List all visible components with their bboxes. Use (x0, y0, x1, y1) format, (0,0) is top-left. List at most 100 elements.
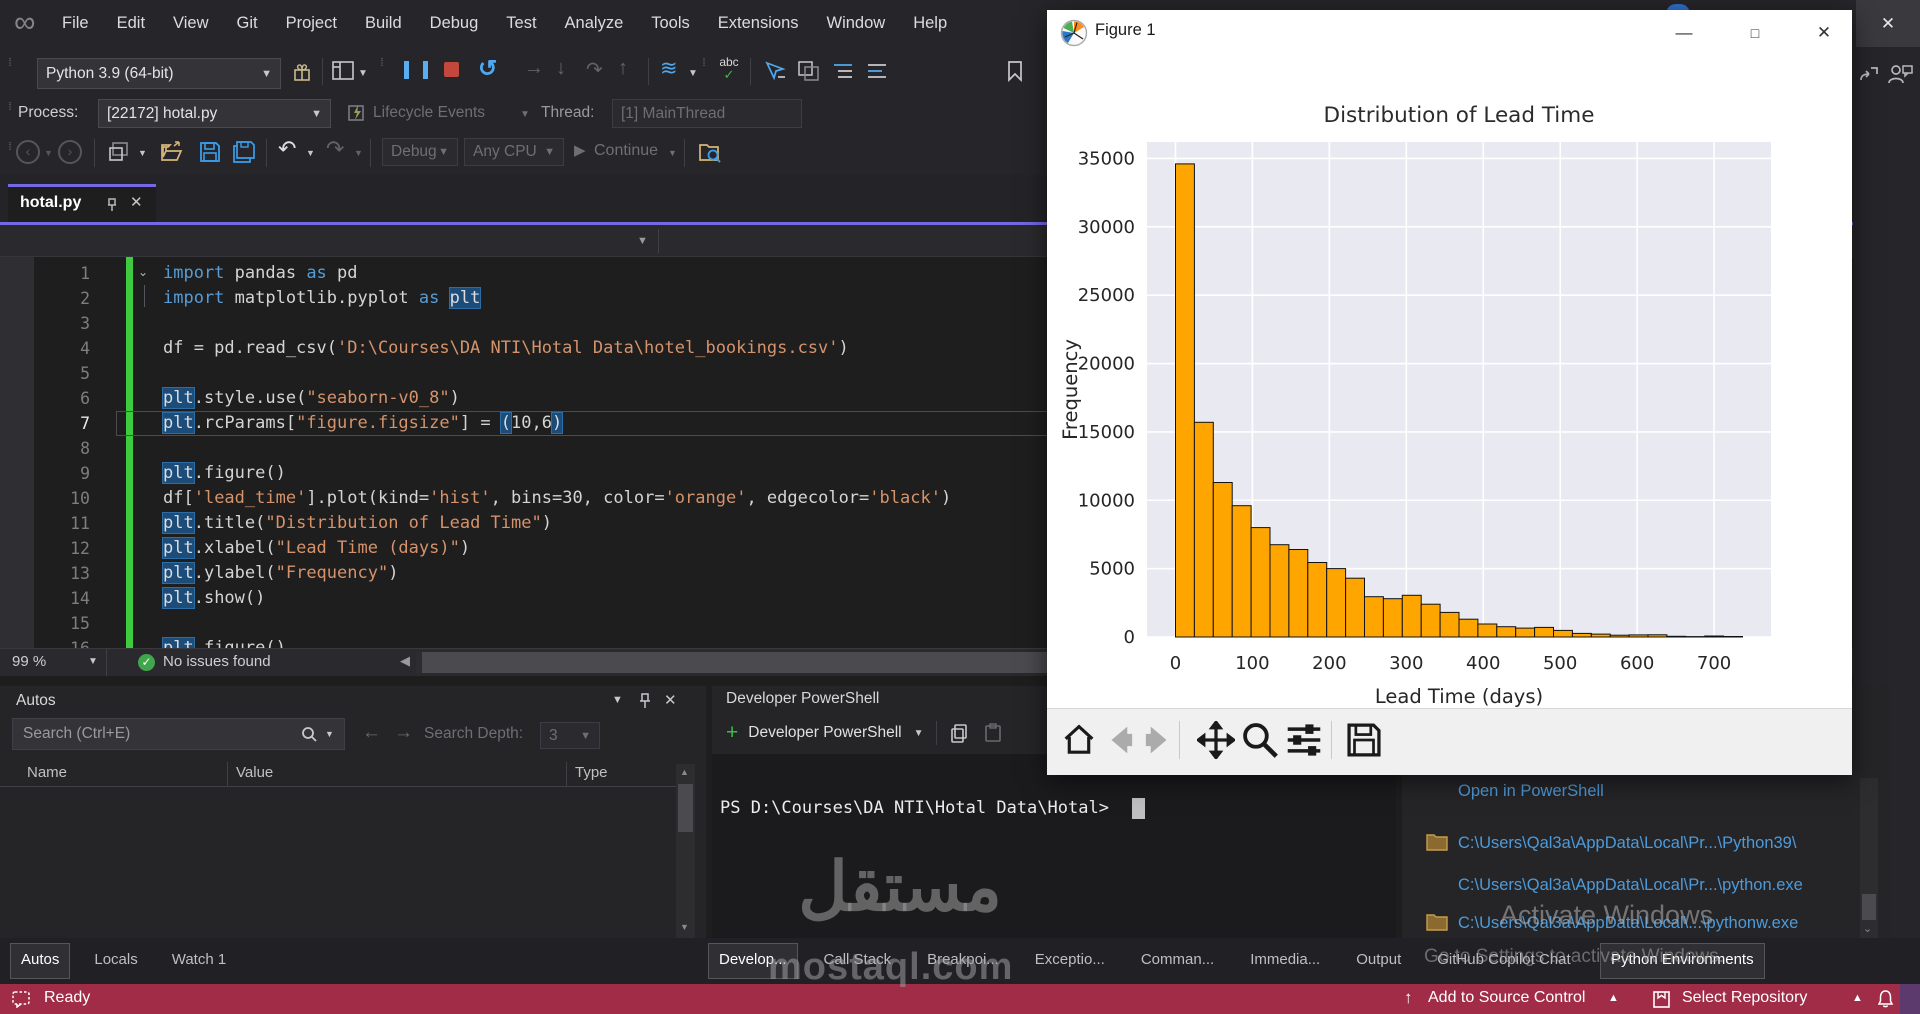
collapse-region-icon[interactable]: ⌄ (138, 265, 148, 279)
show-threads-icon[interactable]: ≋ (660, 56, 678, 81)
menu-edit[interactable]: Edit (103, 14, 159, 33)
menu-file[interactable]: File (48, 14, 103, 33)
scroll-down-icon[interactable]: ⌄ (1863, 922, 1872, 935)
column-header-name[interactable]: Name (27, 764, 67, 781)
tab-watch-1[interactable]: Watch 1 (162, 943, 236, 977)
new-terminal-icon[interactable]: + (726, 721, 738, 745)
zoom-level[interactable]: 99 % (12, 653, 46, 670)
menu-window[interactable]: Window (813, 14, 900, 33)
column-header-type[interactable]: Type (575, 764, 608, 781)
indent-lines-icon[interactable] (830, 59, 856, 83)
process-dropdown[interactable]: [22172] hotal.py▼ (98, 99, 331, 128)
chevron-up-icon[interactable]: ▲ (1608, 992, 1619, 1004)
tab-breakpoi-[interactable]: Breakpoi... (917, 943, 1009, 977)
navigate-back-icon[interactable]: ‹ (16, 140, 40, 164)
close-panel-icon[interactable]: ✕ (664, 691, 677, 709)
continue-button[interactable]: Continue (594, 142, 658, 160)
issues-status[interactable]: No issues found (163, 653, 271, 670)
window-close-button[interactable]: ✕ (1856, 0, 1920, 47)
menu-test[interactable]: Test (492, 14, 550, 33)
thread-dropdown[interactable]: [1] MainThread (612, 99, 802, 128)
chevron-down-icon[interactable]: ▼ (668, 148, 677, 158)
autos-search-input[interactable]: Search (Ctrl+E) ▼ (12, 718, 345, 750)
menu-help[interactable]: Help (899, 14, 961, 33)
save-icon[interactable] (196, 139, 224, 165)
autos-vertical-scrollbar[interactable]: ▲ ▼ (676, 764, 695, 938)
toolbar-grip[interactable]: ⁞⁞ (8, 104, 10, 110)
chevron-down-icon[interactable]: ▼ (138, 148, 147, 158)
pin-icon[interactable] (106, 197, 120, 213)
menu-tools[interactable]: Tools (637, 14, 704, 33)
home-icon[interactable] (1062, 723, 1096, 757)
window-layout-icon[interactable] (330, 59, 356, 83)
select-repository-button[interactable]: Select Repository (1682, 989, 1807, 1007)
menu-debug[interactable]: Debug (416, 14, 493, 33)
tab-immedia-[interactable]: Immedia... (1240, 943, 1330, 977)
status-message-icon[interactable] (12, 991, 34, 1008)
step-out-icon[interactable]: ↷ (586, 57, 603, 82)
tab-github-copilot-chat[interactable]: GitHub Copilot Chat (1427, 943, 1580, 977)
chevron-down-icon[interactable]: ▼ (325, 729, 334, 739)
save-figure-icon[interactable] (1345, 721, 1383, 759)
search-forward-icon[interactable]: → (394, 722, 413, 744)
navigate-forward-icon[interactable]: › (58, 140, 82, 164)
toolbar-grip[interactable]: ⁞⁞ (8, 60, 10, 66)
menu-build[interactable]: Build (351, 14, 416, 33)
lifecycle-events-button[interactable]: Lifecycle Events (373, 104, 485, 122)
zoom-icon[interactable] (1241, 721, 1279, 759)
step-into-icon[interactable]: ↓ (556, 57, 566, 80)
chevron-down-icon[interactable]: ▼ (637, 235, 648, 247)
add-to-source-control-button[interactable]: Add to Source Control (1428, 989, 1585, 1007)
copy-icon[interactable] (949, 723, 969, 743)
split-pane-icon[interactable] (796, 59, 822, 83)
gift-icon[interactable] (290, 60, 314, 84)
scroll-up-icon[interactable]: ▲ (680, 767, 689, 777)
scroll-down-icon[interactable]: ▼ (680, 922, 689, 932)
tab-comman-[interactable]: Comman... (1131, 943, 1224, 977)
chevron-down-icon[interactable]: ▼ (306, 148, 315, 158)
tab-locals[interactable]: Locals (84, 943, 147, 977)
tab-hotal-py[interactable]: hotal.py ✕ (8, 184, 156, 222)
chevron-down-icon[interactable]: ▼ (88, 656, 98, 667)
menu-view[interactable]: View (159, 14, 222, 33)
step-over-icon[interactable]: → (524, 57, 544, 80)
open-in-powershell-link[interactable]: Open in PowerShell (1458, 782, 1604, 801)
find-in-files-icon[interactable] (696, 139, 724, 165)
toolbar-grip[interactable]: ⁞⁞ (702, 60, 704, 66)
chevron-down-icon[interactable]: ▼ (358, 68, 368, 79)
chevron-down-icon[interactable]: ▼ (354, 148, 363, 158)
toolbar-grip[interactable]: ⁞⁞ (380, 60, 382, 66)
column-header-value[interactable]: Value (236, 764, 273, 781)
menu-extensions[interactable]: Extensions (704, 14, 813, 33)
bookmark-icon[interactable] (1002, 58, 1028, 84)
subplot-settings-icon[interactable] (1285, 721, 1323, 759)
terminal-viewport[interactable]: PS D:\Courses\DA NTI\Hotal Data\Hotal> ▲ (712, 754, 1396, 938)
figure-window[interactable]: Figure 1 — □ ✕ 0100200300400500600700050… (1047, 10, 1852, 775)
undo-icon[interactable]: ↶ (278, 136, 296, 162)
paste-icon[interactable] (983, 723, 1003, 743)
open-file-icon[interactable] (158, 139, 186, 165)
menu-git[interactable]: Git (223, 14, 272, 33)
pin-icon[interactable] (638, 693, 652, 710)
restart-icon[interactable]: ↺ (478, 55, 497, 82)
terminal-tab-label[interactable]: Developer PowerShell (748, 724, 901, 742)
window-position-icon[interactable]: ▼ (612, 694, 623, 706)
navigate-cursor-icon[interactable] (762, 59, 788, 83)
chevron-down-icon[interactable]: ▼ (520, 109, 530, 120)
menu-project[interactable]: Project (272, 14, 351, 33)
step-up-icon[interactable]: ↑ (618, 57, 628, 80)
stop-icon[interactable] (444, 62, 459, 77)
python-interactive-icon[interactable]: abc ✓ (716, 56, 742, 81)
chevron-up-icon[interactable]: ▲ (1852, 992, 1863, 1004)
tab-call-stack[interactable]: Call Stack (814, 943, 902, 977)
save-all-icon[interactable] (230, 139, 258, 165)
right-panel-scrollbar[interactable]: ⌄ (1860, 778, 1878, 938)
menu-analyze[interactable]: Analyze (551, 14, 638, 33)
minimize-button[interactable]: — (1673, 22, 1695, 44)
notifications-bell-icon[interactable] (1876, 989, 1895, 1009)
tab-autos[interactable]: Autos (10, 943, 70, 979)
outdent-lines-icon[interactable] (864, 59, 890, 83)
solution-config-dropdown[interactable]: Debug▼ (382, 138, 458, 166)
tab-develop-[interactable]: Develop... (708, 943, 798, 979)
search-back-icon[interactable]: ← (362, 722, 381, 744)
